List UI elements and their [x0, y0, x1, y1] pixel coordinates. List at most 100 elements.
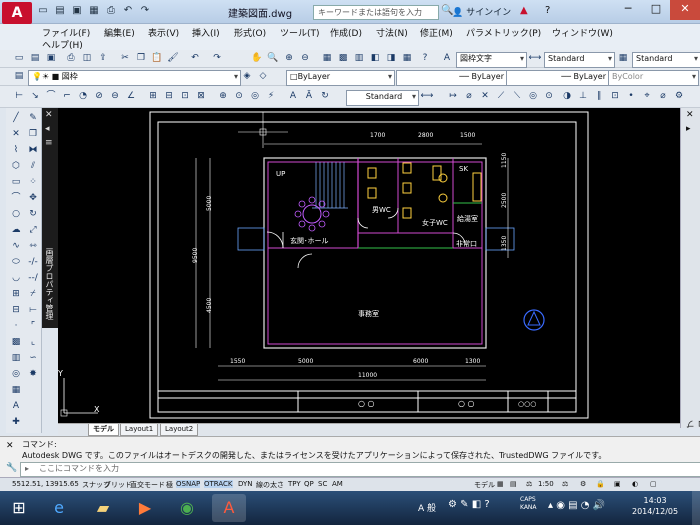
mirror-icon[interactable]: ⧓ [26, 144, 40, 156]
preview-icon[interactable]: ◫ [80, 52, 94, 65]
new-icon[interactable]: ▭ [12, 52, 26, 65]
clean-screen-icon[interactable]: ▢ [650, 480, 657, 488]
jogged-icon[interactable]: ⊘ [92, 90, 106, 103]
open-icon[interactable]: ▤ [53, 4, 67, 18]
publish-icon[interactable]: ⇪ [96, 52, 110, 65]
tab-layout1[interactable]: Layout1 [120, 424, 159, 436]
ordinate-icon[interactable]: ⌐ [60, 90, 74, 103]
osnap-par-icon[interactable]: ∥ [592, 90, 606, 103]
new-icon[interactable]: ▭ [36, 4, 50, 18]
insert-block-icon[interactable]: ⊞ [9, 288, 23, 300]
internet-explorer-icon[interactable]: e [42, 494, 76, 522]
properties-icon[interactable]: ▦ [320, 52, 334, 65]
drawing-canvas[interactable]: ○ ○ ○ ○ ○○○ 1700 2800 1500 1550 5000 600… [58, 108, 680, 423]
palette-close-icon[interactable]: ✕ [686, 110, 694, 120]
osnap-perp-icon[interactable]: ⊥ [576, 90, 590, 103]
dim-style-select-2[interactable]: Standard [346, 90, 419, 106]
redo-icon[interactable]: ↷ [138, 4, 152, 18]
osnap-tan-icon[interactable]: ◑ [560, 90, 574, 103]
toggle-otrack[interactable]: OTRACK [204, 480, 233, 488]
menu-format[interactable]: 形式(O) [234, 26, 266, 39]
dim-text-edit-icon[interactable]: Ā [302, 90, 316, 103]
search-input[interactable]: キーワードまたは語句を入力 [313, 5, 439, 20]
autodesk-exchange-icon[interactable]: ▲ [520, 5, 528, 16]
file-explorer-icon[interactable]: ▰ [86, 494, 120, 522]
aligned-dim-icon[interactable]: ↘ [28, 90, 42, 103]
osnap-ext-icon[interactable]: ⟋ [494, 90, 508, 103]
command-input[interactable]: ▸ ここにコマンドを入力 [20, 462, 700, 477]
osnap-settings-icon[interactable]: ⚙ [672, 90, 686, 103]
table-icon[interactable]: ▦ [9, 384, 23, 396]
hatch-icon[interactable]: ▩ [9, 336, 23, 348]
diameter-icon[interactable]: ⊖ [108, 90, 122, 103]
show-desktop-button[interactable] [692, 491, 700, 525]
command-close-icon[interactable]: ✕ [6, 441, 14, 451]
help-icon[interactable]: ? [418, 52, 432, 65]
dim-style-select[interactable]: Standard [544, 52, 615, 68]
rectangle-icon[interactable]: ▭ [9, 176, 23, 188]
array-icon[interactable]: ⁘ [26, 176, 40, 188]
extend-icon[interactable]: --/ [26, 272, 40, 284]
blend-icon[interactable]: ∽ [26, 352, 40, 364]
menu-parametric[interactable]: パラメトリック(P) [466, 26, 541, 39]
toggle-ortho[interactable]: 直交モード [130, 480, 165, 490]
osnap-app-icon[interactable]: ⟍ [510, 90, 524, 103]
palette-properties-icon[interactable]: ≡ [45, 138, 53, 148]
copy-icon[interactable]: ❐ [134, 52, 148, 65]
menu-view[interactable]: 表示(V) [148, 26, 179, 39]
gradient-icon[interactable]: ▥ [9, 352, 23, 364]
match-properties-icon[interactable]: 🖌 [166, 52, 180, 65]
tab-layout2[interactable]: Layout2 [160, 424, 199, 436]
stretch-icon[interactable]: ⇿ [26, 240, 40, 252]
menu-dimension[interactable]: 寸法(N) [376, 26, 408, 39]
polygon-icon[interactable]: ⬡ [9, 160, 23, 172]
ime-indicator[interactable]: A 般 [418, 501, 436, 514]
mtext-icon[interactable]: A [9, 400, 23, 412]
linear-dim-icon[interactable]: ⊢ [12, 90, 26, 103]
osnap-insert-icon[interactable]: ⊡ [608, 90, 622, 103]
osnap-center-icon[interactable]: ◎ [526, 90, 540, 103]
chrome-icon[interactable]: ◉ [170, 494, 204, 522]
zoom-window-icon[interactable]: ⊕ [282, 52, 296, 65]
toggle-am[interactable]: AM [332, 480, 343, 488]
save-icon[interactable]: ▣ [70, 4, 84, 18]
dim-style-manager-icon[interactable]: ⟷ [420, 90, 434, 103]
move-icon[interactable]: ✥ [26, 192, 40, 204]
xline-icon[interactable]: ✕ [9, 128, 23, 140]
table-style-select[interactable]: Standard [632, 52, 700, 68]
undo-icon[interactable]: ↶ [121, 4, 135, 18]
save-icon[interactable]: ▣ [44, 52, 58, 65]
angular-icon[interactable]: ∠ [124, 90, 138, 103]
properties-palette[interactable]: ✕ ▸ プロパティ [680, 108, 700, 428]
toggle-sc[interactable]: SC [318, 480, 327, 488]
open-icon[interactable]: ▤ [28, 52, 42, 65]
isolate-objects-icon[interactable]: ◐ [632, 480, 638, 488]
break-icon[interactable]: ⌿ [26, 288, 40, 300]
palette-close-icon[interactable]: ✕ [45, 110, 53, 120]
osnap-nearest-icon[interactable]: ⌖ [640, 90, 654, 103]
undo-icon[interactable]: ↶ [188, 52, 202, 65]
print-icon[interactable]: ⎙ [104, 4, 118, 18]
menu-tools[interactable]: ツール(T) [280, 26, 320, 39]
zoom-previous-icon[interactable]: ⊖ [298, 52, 312, 65]
model-space-button[interactable]: モデル [474, 480, 495, 490]
layer-select[interactable]: 💡☀ ■ 図枠 [28, 70, 241, 86]
space-icon[interactable]: ⊠ [194, 90, 208, 103]
markup-icon[interactable]: ◨ [384, 52, 398, 65]
continue-icon[interactable]: ⊡ [178, 90, 192, 103]
offset-icon[interactable]: ⫽ [26, 160, 40, 172]
pan-icon[interactable]: ✋ [250, 52, 264, 65]
quick-dim-icon[interactable]: ⊞ [146, 90, 160, 103]
arc-icon[interactable]: ⌒ [9, 192, 23, 204]
dim-edit-icon[interactable]: A [286, 90, 300, 103]
menu-insert[interactable]: 挿入(I) [192, 26, 220, 39]
ellipse-icon[interactable]: ⬭ [9, 256, 23, 268]
circle-icon[interactable]: ○ [9, 208, 23, 220]
center-mark-icon[interactable]: ⊙ [232, 90, 246, 103]
zoom-realtime-icon[interactable]: 🔍 [266, 52, 280, 65]
linetype-select[interactable]: ── ByLayer [396, 70, 519, 86]
baseline-icon[interactable]: ⊟ [162, 90, 176, 103]
tolerance-icon[interactable]: ⊕ [216, 90, 230, 103]
quick-view-drawings-icon[interactable]: ▤ [510, 480, 517, 488]
start-button[interactable]: ⊞ [4, 494, 34, 522]
